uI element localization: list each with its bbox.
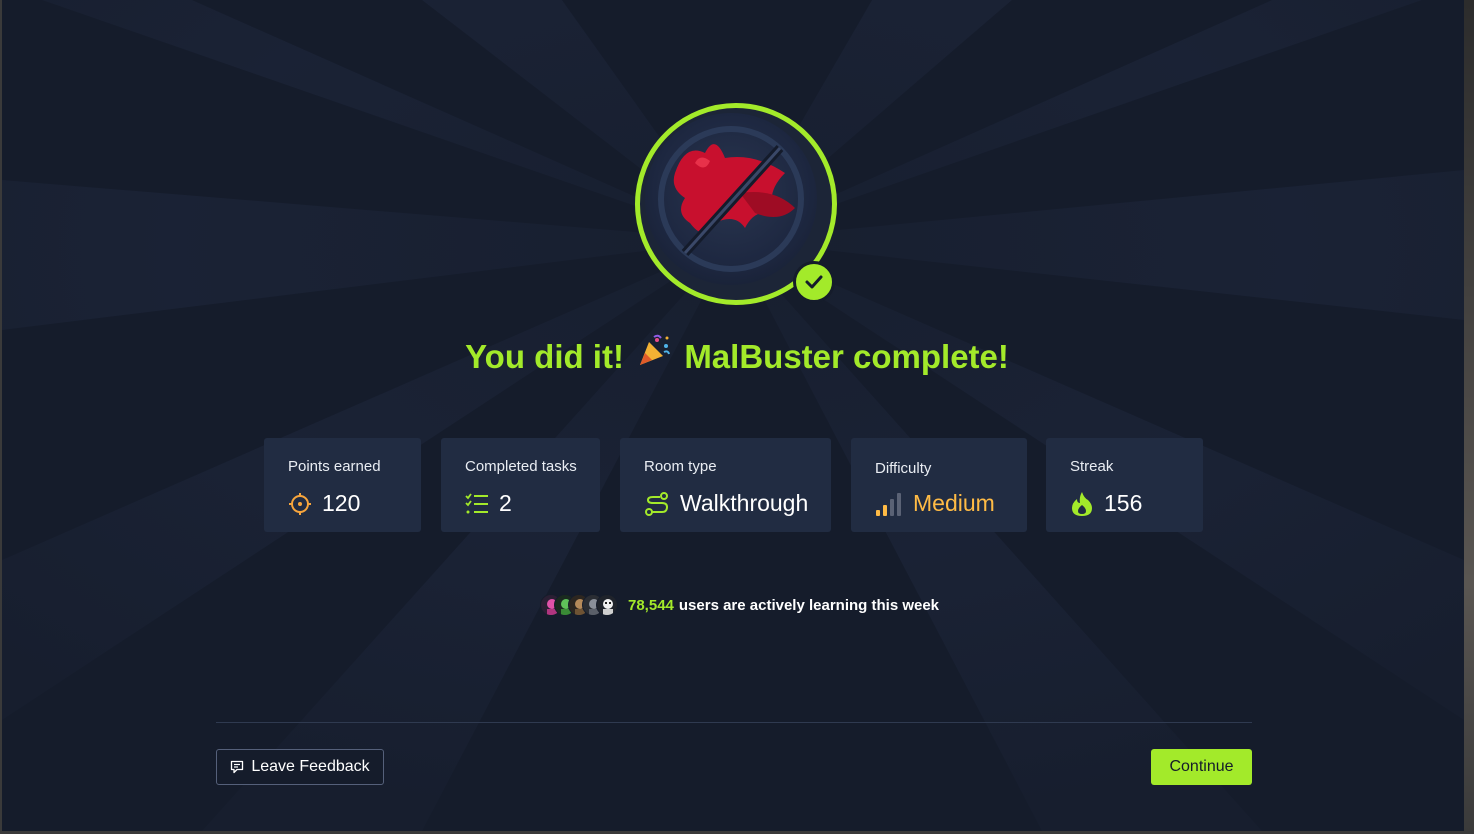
- leave-feedback-label: Leave Feedback: [251, 758, 370, 775]
- active-users-banner: 78,544 users are actively learning this …: [540, 594, 939, 616]
- stat-card-room-type: Room type Walkthrough: [620, 438, 831, 532]
- points-label: Points earned: [288, 458, 381, 475]
- room-type-label: Room type: [644, 458, 717, 475]
- completion-title: You did it! MalBuster complete!: [2, 335, 1464, 380]
- title-prefix: You did it!: [465, 338, 624, 375]
- stat-card-points: Points earned 120: [264, 438, 421, 532]
- stat-card-tasks: Completed tasks 2: [441, 438, 600, 532]
- malbuster-room-badge: [645, 113, 817, 285]
- title-suffix: MalBuster complete!: [684, 338, 1009, 375]
- tasks-value: 2: [499, 490, 512, 516]
- stat-card-streak: Streak 156: [1046, 438, 1203, 532]
- continue-button[interactable]: Continue: [1151, 749, 1252, 785]
- difficulty-value: Medium: [913, 490, 995, 516]
- feedback-icon: [231, 760, 244, 774]
- check-icon: [805, 275, 823, 289]
- active-users-count: 78,544: [628, 596, 674, 614]
- footer-divider: [216, 722, 1252, 723]
- stat-card-difficulty: Difficulty Medium: [851, 438, 1027, 532]
- flame-icon: [1072, 491, 1092, 516]
- tasks-label: Completed tasks: [465, 458, 577, 475]
- party-popper-icon: [637, 334, 671, 376]
- room-badge: [633, 101, 839, 307]
- streak-value: 156: [1104, 490, 1143, 516]
- room-complete-modal: You did it! MalBuster complete! Points e…: [2, 0, 1464, 831]
- difficulty-label: Difficulty: [875, 460, 932, 477]
- malware-graphic: [658, 126, 804, 272]
- avatar: [596, 594, 618, 616]
- points-value: 120: [322, 490, 361, 516]
- user-avatars: [540, 594, 618, 616]
- route-icon: [645, 491, 669, 516]
- completed-check-badge: [793, 261, 835, 303]
- leave-feedback-button[interactable]: Leave Feedback: [216, 749, 384, 785]
- target-icon: [289, 492, 311, 515]
- signal-bars-icon: [876, 492, 901, 516]
- active-users-text: users are actively learning this week: [678, 596, 940, 614]
- background-window-edge: [1464, 0, 1474, 834]
- streak-label: Streak: [1070, 458, 1114, 475]
- room-type-value: Walkthrough: [680, 490, 809, 516]
- checklist-icon: [465, 492, 488, 513]
